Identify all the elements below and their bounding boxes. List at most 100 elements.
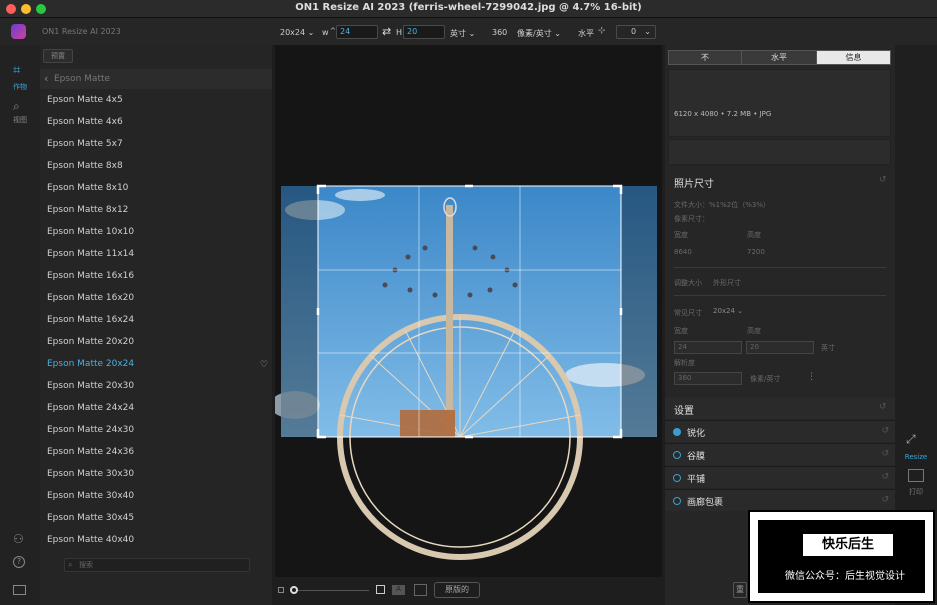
photo-preview[interactable] (275, 45, 662, 577)
preset-item[interactable]: Epson Matte 8x10 (47, 183, 128, 193)
print-icon[interactable] (908, 469, 924, 482)
settings-row[interactable]: 谷膜 ↺ (665, 443, 895, 465)
preset-item[interactable]: Epson Matte 30x40 (47, 491, 134, 501)
preset-item[interactable]: Epson Matte 40x40 (47, 535, 134, 545)
toggle-radio[interactable] (673, 428, 681, 436)
preset-item[interactable]: Epson Matte 20x30 (47, 381, 134, 391)
toggle-radio[interactable] (673, 474, 681, 482)
common-size-dropdown[interactable]: 20x24 ⌄ (713, 307, 743, 315)
height-input[interactable]: 20 (403, 25, 445, 39)
preset-item[interactable]: Epson Matte 30x30 (47, 469, 134, 479)
watermark-title: 快乐后生 (803, 534, 893, 556)
settings-label: 画廊包裹 (687, 498, 724, 508)
reset-icon[interactable]: ↺ (879, 175, 887, 185)
bottom-action-button[interactable]: 重 (733, 582, 747, 598)
zoom-slider-handle[interactable] (290, 586, 298, 594)
chevron-left-icon: ‹ (44, 72, 49, 85)
reset-icon[interactable]: ↺ (881, 449, 889, 459)
preset-item[interactable]: Epson Matte 8x8 (47, 161, 123, 171)
doc-height-input[interactable]: 20 (746, 341, 814, 354)
outer-size-label: 外形尺寸 (713, 279, 741, 287)
panel-toggle-icon[interactable] (13, 585, 26, 595)
user-icon[interactable]: ⚇ (13, 532, 24, 546)
preset-item[interactable]: Epson Matte 4x5 (47, 95, 123, 105)
preset-search-input[interactable]: ⌕ 搜索 (64, 558, 250, 572)
tab-none[interactable]: 不 (668, 50, 742, 65)
view-tool-label[interactable]: 视图 (0, 115, 40, 125)
crop-mask-right (621, 186, 657, 437)
lock-icon: ^ (330, 27, 336, 35)
crop-icon[interactable]: ⌗ (13, 63, 20, 78)
reset-icon[interactable]: ↺ (881, 472, 889, 482)
info-box: 6120 x 4080 • 7.2 MB • JPG (668, 69, 891, 137)
tab-info[interactable]: 信息 (816, 50, 891, 65)
favorite-heart-icon[interactable]: ♡ (260, 360, 268, 370)
app-name: ON1 Resize AI 2023 (42, 27, 121, 36)
preset-button[interactable]: 预置 (43, 49, 73, 63)
preset-item[interactable]: Epson Matte 16x20 (47, 293, 134, 303)
preset-item[interactable]: Epson Matte 20x24 (47, 359, 134, 369)
preset-item[interactable]: Epson Matte 24x30 (47, 425, 134, 435)
cloud-shape (335, 189, 385, 201)
canvas-bottom-bar: A 原版的 (272, 578, 665, 605)
resize-module-label[interactable]: Resize (895, 453, 937, 461)
preset-item[interactable]: Epson Matte 30x45 (47, 513, 134, 523)
toggle-radio[interactable] (673, 451, 681, 459)
unit-dropdown[interactable]: 英寸 ⌄ (450, 28, 475, 39)
reset-icon[interactable]: ↺ (879, 402, 887, 412)
preset-item[interactable]: Epson Matte 16x24 (47, 315, 134, 325)
settings-row[interactable]: 锐化 ↺ (665, 420, 895, 442)
width-label: w (322, 28, 329, 37)
swap-dimensions-icon[interactable]: ⇄ (382, 25, 391, 38)
preset-size-dropdown[interactable]: 20x24 ⌄ (280, 28, 314, 37)
horizontal-label: 水平 (578, 29, 594, 38)
preset-item[interactable]: Epson Matte 11x14 (47, 249, 134, 259)
tab-horizontal[interactable]: 水平 (741, 50, 817, 65)
width-input[interactable]: 24 (336, 25, 378, 39)
fit-view-icon[interactable]: A (392, 585, 405, 595)
doc-width-label: 宽度 (674, 327, 688, 335)
watermark-inner: 快乐后生 微信公众号：后生视觉设计 (758, 520, 925, 593)
pixel-height-label: 高度 (747, 231, 761, 239)
original-button[interactable]: 原版的 (434, 582, 480, 598)
wheel-hub (400, 410, 455, 437)
common-size-label: 常见尺寸 (674, 309, 702, 317)
preset-back-row[interactable]: ‹ Epson Matte (40, 69, 272, 89)
app-logo-icon (11, 24, 26, 39)
level-icon: ⊹ (598, 26, 606, 36)
image-canvas[interactable] (275, 45, 662, 577)
zoom-in-icon[interactable] (376, 585, 385, 594)
toggle-radio[interactable] (673, 497, 681, 505)
settings-title: 设置 (674, 406, 694, 417)
preset-item[interactable]: Epson Matte 4x6 (47, 117, 123, 127)
reset-icon[interactable]: ↺ (881, 426, 889, 436)
resolution-input[interactable]: 360 (674, 372, 742, 385)
settings-row[interactable]: 平铺 ↺ (665, 466, 895, 488)
horizontal-value-dropdown[interactable]: 0 ⌄ (616, 25, 656, 39)
more-options-icon[interactable]: ⋮ (807, 372, 816, 382)
preset-panel: 预置 ‹ Epson Matte Epson Matte 4x5 Epson Ma… (40, 45, 272, 605)
preset-item[interactable]: Epson Matte 5x7 (47, 139, 123, 149)
settings-row[interactable]: 画廊包裹 ↺ (665, 489, 895, 511)
preset-item[interactable]: Epson Matte 20x20 (47, 337, 134, 347)
preset-item[interactable]: Epson Matte 8x12 (47, 205, 128, 215)
doc-width-input[interactable]: 24 (674, 341, 742, 354)
preset-item[interactable]: Epson Matte 16x16 (47, 271, 134, 281)
view-icon[interactable]: ⌕ (13, 99, 20, 114)
print-module-label[interactable]: 打印 (895, 487, 937, 497)
preset-item[interactable]: Epson Matte 24x24 (47, 403, 134, 413)
resize-label: 调整大小 (674, 279, 702, 287)
preset-item[interactable]: Epson Matte 10x10 (47, 227, 134, 237)
preset-category-label: Epson Matte (54, 74, 111, 84)
reset-icon[interactable]: ↺ (881, 495, 889, 505)
resize-icon[interactable]: ⤢ (906, 432, 916, 447)
preset-item[interactable]: Epson Matte 24x36 (47, 447, 134, 457)
crop-tool-label[interactable]: 作物 (0, 82, 40, 92)
help-icon[interactable]: ? (13, 556, 25, 568)
resolution-unit-dropdown[interactable]: 像素/英寸 ⌄ (517, 28, 561, 39)
zoom-out-icon[interactable] (278, 587, 284, 593)
watermark-overlay: 快乐后生 微信公众号：后生视觉设计 (748, 510, 935, 603)
resolution-value: 360 (492, 28, 508, 37)
zoom-slider-track[interactable] (294, 590, 369, 591)
compare-icon[interactable] (414, 584, 427, 596)
